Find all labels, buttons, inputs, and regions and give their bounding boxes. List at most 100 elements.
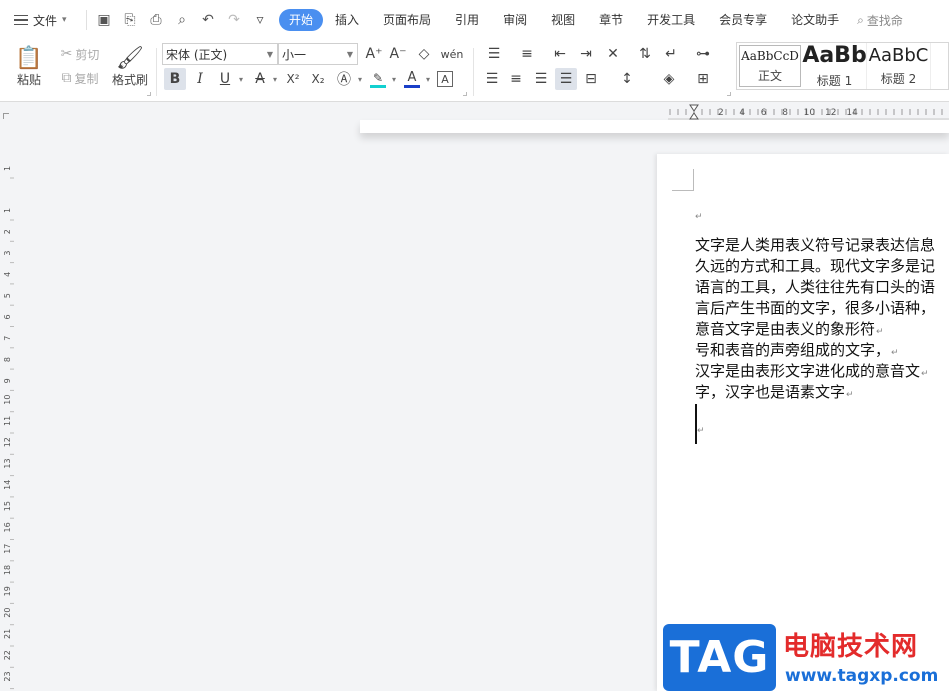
document-body[interactable]: 文字是人类用表义符号记录表达信息 久远的方式和工具。现代文字多是记 语言的工具，人类…	[695, 235, 935, 403]
align-right-icon[interactable]: ☰	[530, 68, 552, 90]
customize-dropdown-icon[interactable]: ▿	[251, 12, 269, 28]
undo-icon[interactable]: ↶	[199, 12, 217, 28]
underline-button[interactable]: U	[214, 68, 236, 90]
document-line[interactable]: 文字是人类用表义符号记录表达信息	[695, 235, 935, 256]
tab-view[interactable]: 视图	[539, 9, 587, 31]
document-line[interactable]: 久远的方式和工具。现代文字多是记	[695, 256, 935, 277]
font-dialog-launcher[interactable]	[463, 92, 467, 96]
style-name: 标题 2	[880, 72, 917, 86]
tab-ruler-icon[interactable]: ⊶	[692, 43, 714, 65]
copy-icon: ⧉	[61, 70, 72, 86]
document-line-text: 号和表音的声旁组成的文字，	[695, 341, 891, 359]
document-line-text: 久远的方式和工具。现代文字多是记	[695, 257, 936, 275]
tab-references[interactable]: 引用	[443, 9, 491, 31]
print-icon[interactable]: ⎙	[147, 12, 165, 28]
styles-gallery: AaBbCcD 正文 AaBb 标题 1 AaBbC 标题 2 Aa 标	[736, 42, 949, 90]
subscript-button[interactable]: X₂	[307, 68, 329, 90]
document-line[interactable]: 字，汉字也是语素文字↵	[695, 382, 935, 403]
bullet-list-icon[interactable]: ☰	[483, 43, 505, 65]
paragraph-dialog-launcher[interactable]	[727, 92, 731, 96]
tab-developer[interactable]: 开发工具	[635, 9, 707, 31]
tab-section[interactable]: 章节	[587, 9, 635, 31]
tab-thesis-assistant[interactable]: 论文助手	[779, 9, 851, 31]
chevron-down-icon[interactable]: ▾	[355, 68, 365, 90]
style-name: 正文	[757, 68, 782, 83]
ruler-tick-label: 5	[3, 293, 12, 298]
quick-access-toolbar: ▣ ⎘ ⎙ ⌕ ↶ ↷ ▿	[86, 10, 269, 30]
format-painter-button[interactable]: 🖌 格式刷	[108, 42, 152, 92]
document-line[interactable]: 意音文字是由表义的象形符↵	[695, 319, 935, 340]
copy-button[interactable]: ⧉ 复制	[56, 68, 104, 88]
align-left-icon[interactable]: ☰	[481, 68, 503, 90]
italic-label: I	[197, 71, 203, 87]
ribbon-tabs: 开始 插入 页面布局 引用 审阅 视图 章节 开发工具 会员专享 论文助手 ⌕ …	[279, 9, 903, 31]
file-menu[interactable]: 文件 ▾	[0, 12, 86, 29]
chevron-down-icon[interactable]: ▾	[270, 68, 280, 90]
phonetic-guide-button[interactable]: wén	[437, 43, 467, 65]
tab-member[interactable]: 会员专享	[707, 9, 779, 31]
redo-icon[interactable]: ↷	[225, 12, 243, 28]
chevron-down-icon: ▾	[62, 15, 67, 25]
font-color-button[interactable]: A	[401, 68, 423, 90]
chevron-down-icon[interactable]: ▾	[389, 68, 399, 90]
document-line-text: 意音文字是由表义的象形符	[695, 320, 876, 338]
character-border-button[interactable]: A	[437, 71, 453, 87]
superscript-button[interactable]: X²	[282, 68, 304, 90]
grow-font-icon[interactable]: A⁺	[363, 43, 385, 65]
document-line[interactable]: 汉字是由表形文字进化成的意音文↵	[695, 361, 935, 382]
paragraph-mark-icon: ↵	[876, 327, 884, 337]
paragraph-mark-icon: ↵	[921, 369, 929, 379]
align-center-icon[interactable]: ≡	[505, 68, 527, 90]
text-cursor	[695, 404, 697, 444]
line-spacing-icon[interactable]: ↕	[616, 68, 638, 90]
show-marks-icon[interactable]: ↵	[660, 43, 682, 65]
export-pdf-icon[interactable]: ⎘	[121, 12, 139, 28]
paste-button[interactable]: 📋 粘贴	[8, 42, 50, 92]
shading-icon[interactable]: ◈	[658, 68, 680, 90]
italic-button[interactable]: I	[189, 68, 211, 90]
ruler-tick-label: 19	[3, 586, 12, 596]
tab-page-layout[interactable]: 页面布局	[371, 9, 443, 31]
tab-home[interactable]: 开始	[279, 9, 324, 31]
style-normal[interactable]: AaBbCcD 正文	[739, 45, 801, 87]
highlight-button[interactable]: ✎	[367, 68, 389, 90]
strikethrough-button[interactable]: A	[249, 68, 271, 90]
document-line[interactable]: 号和表音的声旁组成的文字，↵	[695, 340, 935, 361]
document-line[interactable]: 语言的工具，人类往往先有口头的语	[695, 277, 935, 298]
style-heading-2[interactable]: AaBbC 标题 2	[867, 43, 931, 89]
clear-format-icon[interactable]: ◇	[413, 43, 435, 65]
chevron-down-icon[interactable]: ▾	[236, 68, 246, 90]
tab-insert[interactable]: 插入	[323, 9, 371, 31]
command-search[interactable]: ⌕ 查找命	[857, 12, 903, 29]
style-heading-1[interactable]: AaBb 标题 1	[802, 43, 867, 89]
text-effect-icon[interactable]: Ⓐ	[333, 68, 355, 90]
font-name-select[interactable]: 宋体 (正文) ▼	[162, 43, 278, 65]
style-heading-3[interactable]: Aa 标	[931, 43, 948, 89]
vertical-ruler[interactable]: 1 1 2 3 4 5 6 7 8 9 10 11 12 13 14 15 16 17 18 19 20 21 22 23	[0, 120, 16, 691]
sort-icon[interactable]: ⇅	[634, 43, 656, 65]
increase-indent-icon[interactable]: ⇥	[575, 43, 597, 65]
font-size-select[interactable]: 小一 ▼	[278, 43, 358, 65]
justify-icon[interactable]: ☰	[555, 68, 577, 90]
borders-icon[interactable]: ⊞	[692, 68, 714, 90]
bold-button[interactable]: B	[164, 68, 186, 90]
chinese-layout-icon[interactable]: ✕	[602, 43, 624, 65]
clipboard-dialog-launcher[interactable]	[147, 92, 151, 96]
ruler-tick-label: 21	[3, 629, 12, 639]
horizontal-ruler[interactable]: 2 4 6 8 10 12 14	[668, 104, 949, 120]
tab-review[interactable]: 审阅	[491, 9, 539, 31]
document-page[interactable]: ↵ 文字是人类用表义符号记录表达信息 久远的方式和工具。现代文字多是记 语言的工具，…	[657, 154, 949, 691]
ruler-corner[interactable]	[3, 113, 9, 119]
shrink-font-icon[interactable]: A⁻	[387, 43, 409, 65]
ruler-tick-label: 17	[3, 544, 12, 554]
numbered-list-icon[interactable]: ≡	[516, 43, 538, 65]
decrease-indent-icon[interactable]: ⇤	[549, 43, 571, 65]
distributed-align-icon[interactable]: ⊟	[580, 68, 602, 90]
cut-button[interactable]: ✂ 剪切	[56, 44, 104, 64]
save-icon[interactable]: ▣	[95, 12, 113, 28]
style-preview: AaBbC	[868, 45, 929, 66]
superscript-label: X²	[286, 72, 300, 86]
print-preview-icon[interactable]: ⌕	[173, 12, 191, 28]
chevron-down-icon[interactable]: ▾	[423, 68, 433, 90]
document-line[interactable]: 言后产生书面的文字，很多小语种，	[695, 298, 935, 319]
